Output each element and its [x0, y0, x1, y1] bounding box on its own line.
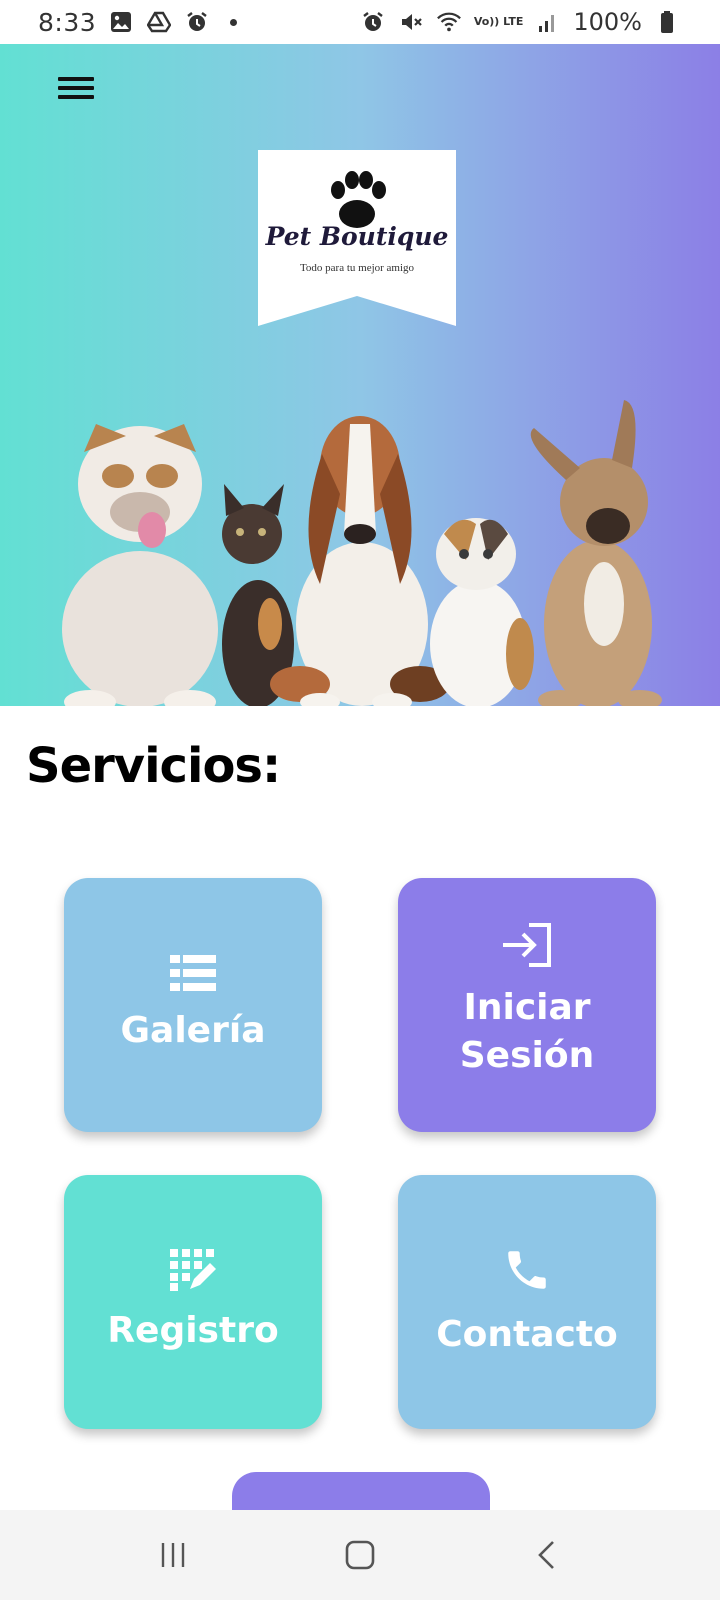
recent-apps-icon[interactable]	[143, 1525, 203, 1585]
wifi-icon	[436, 9, 462, 35]
pets-banner	[62, 400, 662, 706]
home-icon[interactable]	[330, 1525, 390, 1585]
bulldog-image	[62, 424, 218, 706]
list-icon	[170, 955, 216, 991]
battery-icon	[654, 9, 680, 35]
contact-card[interactable]: Contacto	[398, 1175, 656, 1429]
battery-percent: 100%	[573, 8, 642, 36]
back-icon[interactable]	[517, 1525, 577, 1585]
hero-banner: Pet Boutique Todo para tu mejor amigo	[0, 44, 720, 706]
contact-label: Contacto	[436, 1314, 618, 1355]
login-icon	[503, 923, 551, 967]
drive-icon	[146, 9, 172, 35]
gallery-card[interactable]: Galería	[64, 878, 322, 1132]
image-icon	[108, 9, 134, 35]
alarm-icon	[184, 9, 210, 35]
alarm-icon	[360, 9, 386, 35]
logo-tagline: Todo para tu mejor amigo	[299, 262, 415, 274]
french-bulldog-image	[530, 400, 662, 706]
login-card[interactable]: Iniciar Sesión	[398, 878, 656, 1132]
gallery-label: Galería	[120, 1010, 266, 1051]
cat-image	[430, 518, 534, 706]
login-label: Iniciar Sesión	[459, 987, 595, 1076]
basset-hound-image	[270, 416, 450, 706]
dot-icon	[230, 18, 238, 26]
system-nav-bar	[0, 1510, 720, 1600]
phone-icon	[508, 1251, 546, 1289]
register-card[interactable]: Registro	[64, 1175, 322, 1429]
status-bar-left: 8:33	[38, 7, 238, 37]
signal-icon	[535, 9, 561, 35]
register-icon	[170, 1249, 216, 1291]
mute-icon	[398, 9, 424, 35]
logo: Pet Boutique Todo para tu mejor amigo	[258, 150, 456, 326]
volte-icon: Vo)) LTE	[473, 15, 524, 28]
register-label: Registro	[107, 1310, 279, 1351]
hamburger-menu-icon[interactable]	[52, 72, 100, 108]
status-bar: 8:33 Vo)) LTE 100%	[0, 0, 720, 44]
logo-brand: Pet Boutique	[265, 222, 449, 251]
status-bar-right: Vo)) LTE 100%	[360, 8, 680, 36]
clock: 8:33	[38, 7, 97, 37]
services-title: Servicios:	[26, 738, 281, 794]
